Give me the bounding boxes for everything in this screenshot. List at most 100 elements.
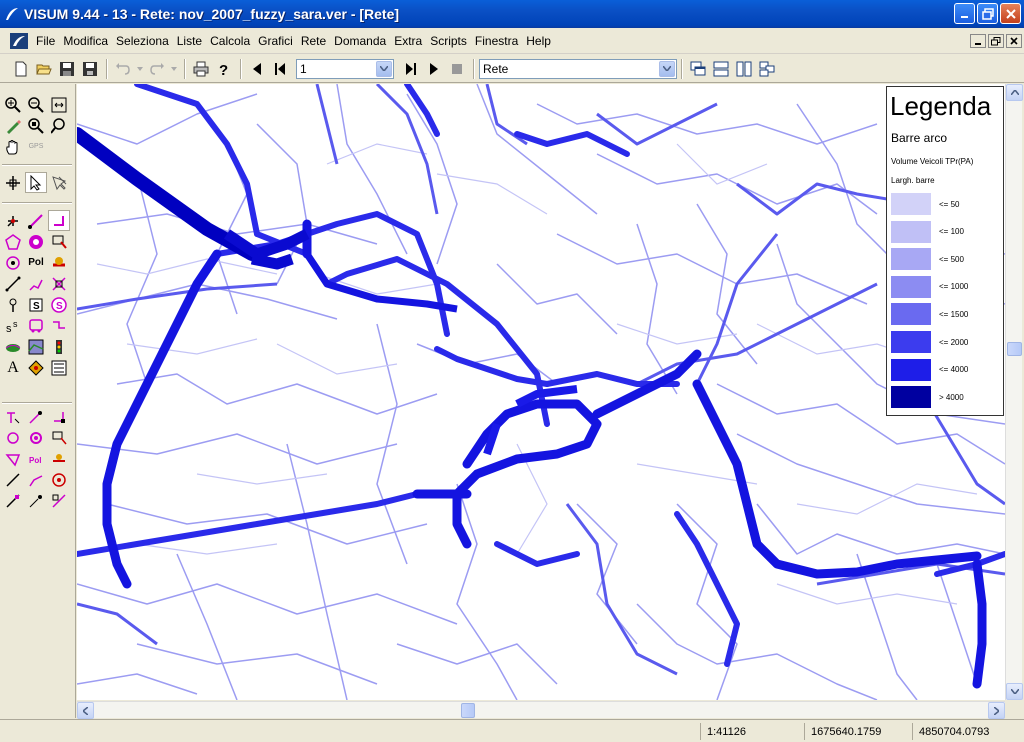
open-button[interactable]	[33, 58, 55, 80]
zoom-window-button[interactable]	[25, 115, 47, 136]
menu-finestra[interactable]: Finestra	[471, 34, 522, 48]
child-minimize-button[interactable]	[970, 34, 986, 48]
scroll-down-button[interactable]	[1006, 683, 1023, 700]
turn-tool-button[interactable]	[48, 210, 70, 231]
cascade-windows-button[interactable]	[687, 58, 709, 80]
horizontal-scroll-thumb[interactable]	[461, 703, 475, 718]
edit-node-button[interactable]	[2, 406, 24, 427]
scroll-right-button[interactable]	[988, 702, 1005, 719]
zoom-extent-button[interactable]	[48, 94, 70, 115]
view-select-arrow[interactable]	[659, 60, 675, 77]
tile-horizontal-button[interactable]	[710, 58, 732, 80]
edit-turn-button[interactable]	[48, 406, 70, 427]
last-page-button[interactable]	[400, 58, 422, 80]
arrange-windows-button[interactable]	[756, 58, 778, 80]
zoom-in-button[interactable]	[2, 94, 24, 115]
save-button[interactable]	[56, 58, 78, 80]
edit-stop-area-button[interactable]	[25, 490, 47, 511]
connector-tool-button[interactable]	[48, 231, 70, 252]
edit-link-button[interactable]	[25, 406, 47, 427]
stop-tool-button[interactable]: S	[48, 294, 70, 315]
vertical-scroll-thumb[interactable]	[1007, 342, 1022, 356]
map-view-button[interactable]	[2, 336, 24, 357]
poi-tool-button[interactable]: Pol	[25, 252, 47, 273]
scroll-up-button[interactable]	[1006, 84, 1023, 101]
close-button[interactable]	[1000, 3, 1021, 24]
menu-help[interactable]: Help	[522, 34, 555, 48]
menu-seleziona[interactable]: Seleziona	[112, 34, 173, 48]
edit-stop-point-button[interactable]	[2, 490, 24, 511]
network-map[interactable]	[77, 84, 1005, 700]
undo-button[interactable]	[112, 58, 134, 80]
screenline-tool-button[interactable]	[2, 273, 24, 294]
node-tool-button[interactable]	[2, 210, 24, 231]
spatial-select-button[interactable]	[48, 172, 70, 193]
detector-tool-button[interactable]	[48, 273, 70, 294]
horizontal-scrollbar[interactable]	[77, 701, 1005, 719]
menu-file[interactable]: File	[32, 34, 59, 48]
stop-area-tool-button[interactable]: S	[25, 294, 47, 315]
view-select[interactable]: Rete	[479, 58, 677, 79]
redo-dropdown[interactable]	[169, 58, 179, 80]
zoom-previous-button[interactable]	[48, 115, 70, 136]
restore-button[interactable]	[977, 3, 998, 24]
line-route-tool-button[interactable]: ss	[2, 315, 24, 336]
new-button[interactable]	[10, 58, 32, 80]
vehicle-journey-button[interactable]	[25, 315, 47, 336]
previous-page-button[interactable]	[246, 58, 268, 80]
insert-mode-button[interactable]	[2, 172, 24, 193]
edit-detector-button[interactable]	[48, 469, 70, 490]
menu-grafici[interactable]: Grafici	[254, 34, 297, 48]
legend-tool-button[interactable]	[48, 357, 70, 378]
select-mode-button[interactable]	[25, 172, 47, 193]
help-button[interactable]: ?	[213, 58, 235, 80]
zoom-out-button[interactable]	[25, 94, 47, 115]
menu-domanda[interactable]: Domanda	[330, 34, 390, 48]
stop-point-tool-button[interactable]	[2, 294, 24, 315]
edit-screenline-button[interactable]	[2, 469, 24, 490]
edit-line-route-button[interactable]	[48, 490, 70, 511]
zone-tool-button[interactable]	[2, 231, 24, 252]
child-restore-button[interactable]	[988, 34, 1004, 48]
gps-button[interactable]: GPS	[25, 136, 47, 157]
child-close-button[interactable]	[1006, 34, 1022, 48]
minimize-button[interactable]	[954, 3, 975, 24]
first-page-button[interactable]	[269, 58, 291, 80]
redo-button[interactable]	[146, 58, 168, 80]
page-select[interactable]: 1	[296, 58, 394, 79]
main-zone-tool-button[interactable]	[25, 231, 47, 252]
menu-extra[interactable]: Extra	[390, 34, 426, 48]
edit-connector-button[interactable]	[48, 427, 70, 448]
link-tool-button[interactable]	[25, 210, 47, 231]
territory-tool-button[interactable]	[2, 252, 24, 273]
timetable-button[interactable]	[48, 315, 70, 336]
page-select-arrow[interactable]	[376, 60, 392, 77]
edit-poi-button[interactable]: Pol	[25, 448, 47, 469]
undo-dropdown[interactable]	[135, 58, 145, 80]
count-location-button[interactable]	[48, 252, 70, 273]
menu-liste[interactable]: Liste	[173, 34, 206, 48]
print-button[interactable]	[190, 58, 212, 80]
poi-category-button[interactable]	[25, 357, 47, 378]
edit-count-button[interactable]	[48, 448, 70, 469]
map-legend[interactable]: Legenda Barre arco Volume Veicoli TPr(PA…	[886, 86, 1004, 416]
scroll-left-button[interactable]	[77, 702, 94, 719]
edit-zone-button[interactable]	[2, 427, 24, 448]
play-button[interactable]	[423, 58, 445, 80]
menu-modifica[interactable]: Modifica	[59, 34, 112, 48]
draw-link-button[interactable]	[2, 115, 24, 136]
edit-main-zone-button[interactable]	[25, 427, 47, 448]
edit-path-button[interactable]	[25, 469, 47, 490]
tile-vertical-button[interactable]	[733, 58, 755, 80]
document-icon[interactable]	[10, 32, 28, 49]
path-tool-button[interactable]	[25, 273, 47, 294]
menu-scripts[interactable]: Scripts	[426, 34, 471, 48]
edit-territory-button[interactable]	[2, 448, 24, 469]
text-tool-button[interactable]: A	[2, 357, 24, 378]
vertical-scrollbar[interactable]	[1005, 84, 1023, 700]
menu-calcola[interactable]: Calcola	[206, 34, 254, 48]
network-image-button[interactable]	[25, 336, 47, 357]
save-as-button[interactable]	[79, 58, 101, 80]
pan-button[interactable]	[2, 136, 24, 157]
signal-control-button[interactable]	[48, 336, 70, 357]
